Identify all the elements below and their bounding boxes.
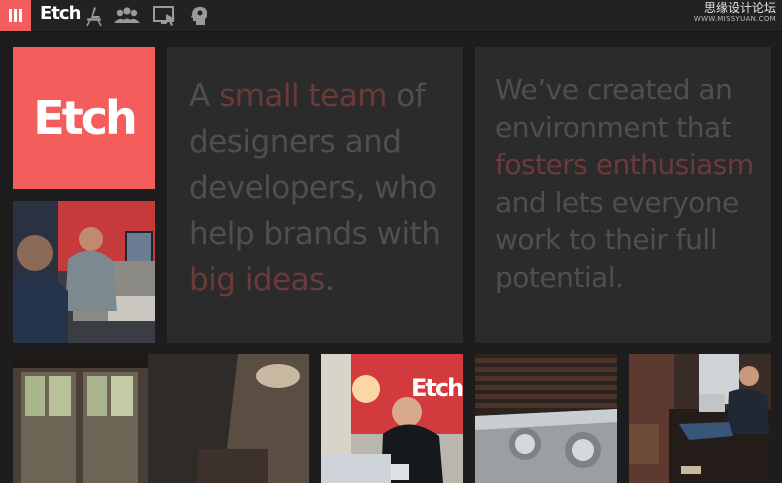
- screen-icon[interactable]: [153, 5, 177, 27]
- culture-text-1: We’ve created an environment that: [495, 73, 733, 144]
- menu-bar-3: [19, 9, 22, 22]
- culture-text: We’ve created an environment that foster…: [495, 71, 771, 296]
- header-logo[interactable]: Etch: [40, 3, 81, 24]
- chair-icon[interactable]: [80, 5, 104, 27]
- culture-highlight: fosters enthusiasm: [495, 148, 754, 181]
- amplifier-photo[interactable]: [475, 354, 617, 483]
- intro-highlight-2: big ideas: [189, 262, 325, 298]
- watermark: 思缘设计论坛 WWW.MISSYUAN.COM: [693, 1, 776, 25]
- watermark-line-2: WWW.MISSYUAN.COM: [693, 15, 776, 23]
- studio-photo[interactable]: [13, 354, 309, 483]
- hero-logo: Etch: [33, 91, 137, 145]
- menu-bar-2: [14, 9, 17, 22]
- intro-highlight-1: small team: [219, 78, 387, 114]
- team-icon[interactable]: [114, 5, 140, 27]
- wall-logo: Etch: [411, 374, 463, 402]
- studio-photo-image: [13, 354, 309, 483]
- office-photo-image: [13, 201, 155, 343]
- culture-panel: We’ve created an environment that foster…: [475, 47, 771, 343]
- culture-text-2: and lets everyone work to their full pot…: [495, 185, 739, 294]
- head-icon[interactable]: [187, 5, 211, 27]
- lounge-photo[interactable]: [629, 354, 771, 483]
- amplifier-photo-image: [475, 354, 617, 483]
- intro-panel: A small team of designers and developers…: [167, 47, 463, 343]
- menu-button[interactable]: [0, 0, 31, 31]
- lounge-photo-image: [629, 354, 771, 483]
- logo-tile: Etch: [13, 47, 155, 189]
- intro-text-1: A: [189, 78, 220, 114]
- office-photo[interactable]: [13, 201, 155, 343]
- intro-text-3: .: [324, 262, 335, 298]
- intro-text: A small team of designers and developers…: [189, 73, 459, 303]
- menu-bar-1: [9, 9, 12, 22]
- team-member-photo[interactable]: Etch: [321, 354, 463, 483]
- watermark-line-1: 思缘设计论坛: [703, 1, 776, 15]
- top-bar: Etch 思缘设计论坛 WWW.MISSYUAN.COM: [0, 0, 782, 32]
